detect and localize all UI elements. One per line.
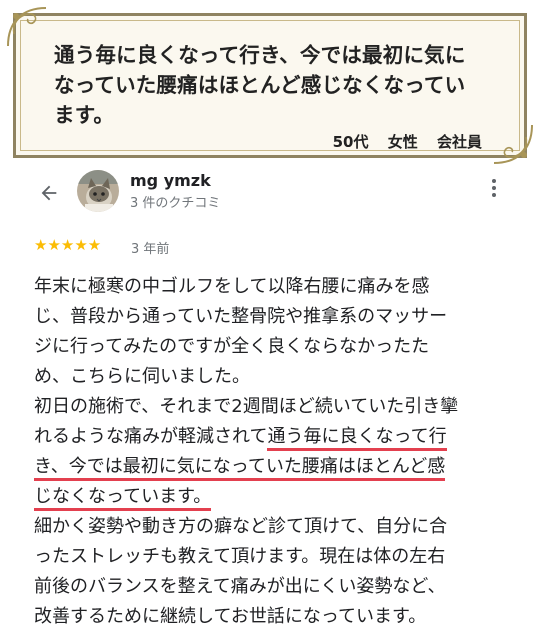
- review-text-segment: れるような痛みが軽減されて: [34, 426, 268, 447]
- testimonial-quote: 通う毎に良くなって行き、今では最初に気に なっていた腰痛はほとんど感じなくなって…: [54, 40, 514, 130]
- review-line: 改善するために継続してお世話になっています。: [34, 602, 514, 632]
- review-text-segment: ジに行ってみたのですが全く良くならなかったた: [34, 336, 430, 357]
- review-text-segment: 改善するために継続してお世話になっています。: [34, 606, 427, 627]
- review-line: 細かく姿勢や動き方の癖など診て頂けて、自分に合: [34, 512, 514, 542]
- highlighted-text: 通う毎に良くなって行: [267, 426, 447, 451]
- review-line: き、今では最初に気になっていた腰痛はほとんど感: [34, 452, 514, 482]
- review-text: 年末に極寒の中ゴルフをして以降右腰に痛みを感 じ、普段から通っていた整骨院や推拿系…: [34, 272, 514, 632]
- review-text-segment: 前後のバランスを整えて痛みが出にくい姿勢など、: [34, 576, 446, 597]
- quote-line: 通う毎に良くなって行き、今では最初に気に: [54, 43, 466, 67]
- review-text-segment: じ、普段から通っていた整骨院や推拿系のマッサー: [34, 306, 448, 327]
- more-options-button[interactable]: [485, 176, 503, 210]
- testimonial-card: 通う毎に良くなって行き、今では最初に気に なっていた腰痛はほとんど感じなくなって…: [7, 7, 533, 164]
- ornament-corner-icon: [7, 7, 47, 47]
- author-age: 50代: [332, 133, 369, 151]
- highlighted-text: き、今では最初に気になっていた腰痛はほとんど感: [34, 456, 446, 481]
- arrow-back-icon: [41, 185, 57, 201]
- review-line: め、こちらに伺いました。: [34, 362, 514, 392]
- review-text-segment: 年末に極寒の中ゴルフをして以降右腰に痛みを感: [34, 276, 430, 297]
- review-line: ったストレッチも教えて頂けます。現在は体の左右: [34, 542, 514, 572]
- review-line: 初日の施術で、それまで2週間ほど続いていた引き攣: [34, 392, 514, 422]
- review-line: 前後のバランスを整えて痛みが出にくい姿勢など、: [34, 572, 514, 602]
- reviewer-name[interactable]: mg ymzk: [130, 171, 211, 190]
- review-line: じ、普段から通っていた整骨院や推拿系のマッサー: [34, 302, 514, 332]
- quote-line: なっていた腰痛はほとんど感じなくなってい: [54, 73, 466, 97]
- review-text-segment: 初日の施術で、それまで2週間ほど続いていた引き攣: [34, 396, 459, 417]
- back-button[interactable]: [34, 178, 64, 208]
- review-count: 3 件のクチコミ: [130, 196, 221, 211]
- review-line: ジに行ってみたのですが全く良くならなかったた: [34, 332, 514, 362]
- star-rating: ★★★★★: [34, 236, 102, 254]
- quote-line: ます。: [54, 103, 115, 127]
- more-vert-icon: [485, 179, 503, 197]
- author-occupation: 会社員: [436, 133, 482, 151]
- review-line: れるような痛みが軽減されて通う毎に良くなって行: [34, 422, 514, 452]
- testimonial-author: 50代 女性 会社員: [333, 131, 482, 152]
- avatar[interactable]: [77, 170, 119, 212]
- highlighted-text: じなくなっています。: [34, 486, 212, 511]
- cat-avatar-image: [77, 170, 119, 212]
- review-text-segment: め、こちらに伺いました。: [34, 366, 250, 387]
- review-text-segment: 細かく姿勢や動き方の癖など診て頂けて、自分に合: [34, 516, 448, 537]
- author-gender: 女性: [387, 133, 418, 151]
- review-time: 3 年前: [131, 242, 170, 257]
- review-line: 年末に極寒の中ゴルフをして以降右腰に痛みを感: [34, 272, 514, 302]
- review-line: じなくなっています。: [34, 482, 514, 512]
- review-text-segment: ったストレッチも教えて頂けます。現在は体の左右: [34, 546, 446, 567]
